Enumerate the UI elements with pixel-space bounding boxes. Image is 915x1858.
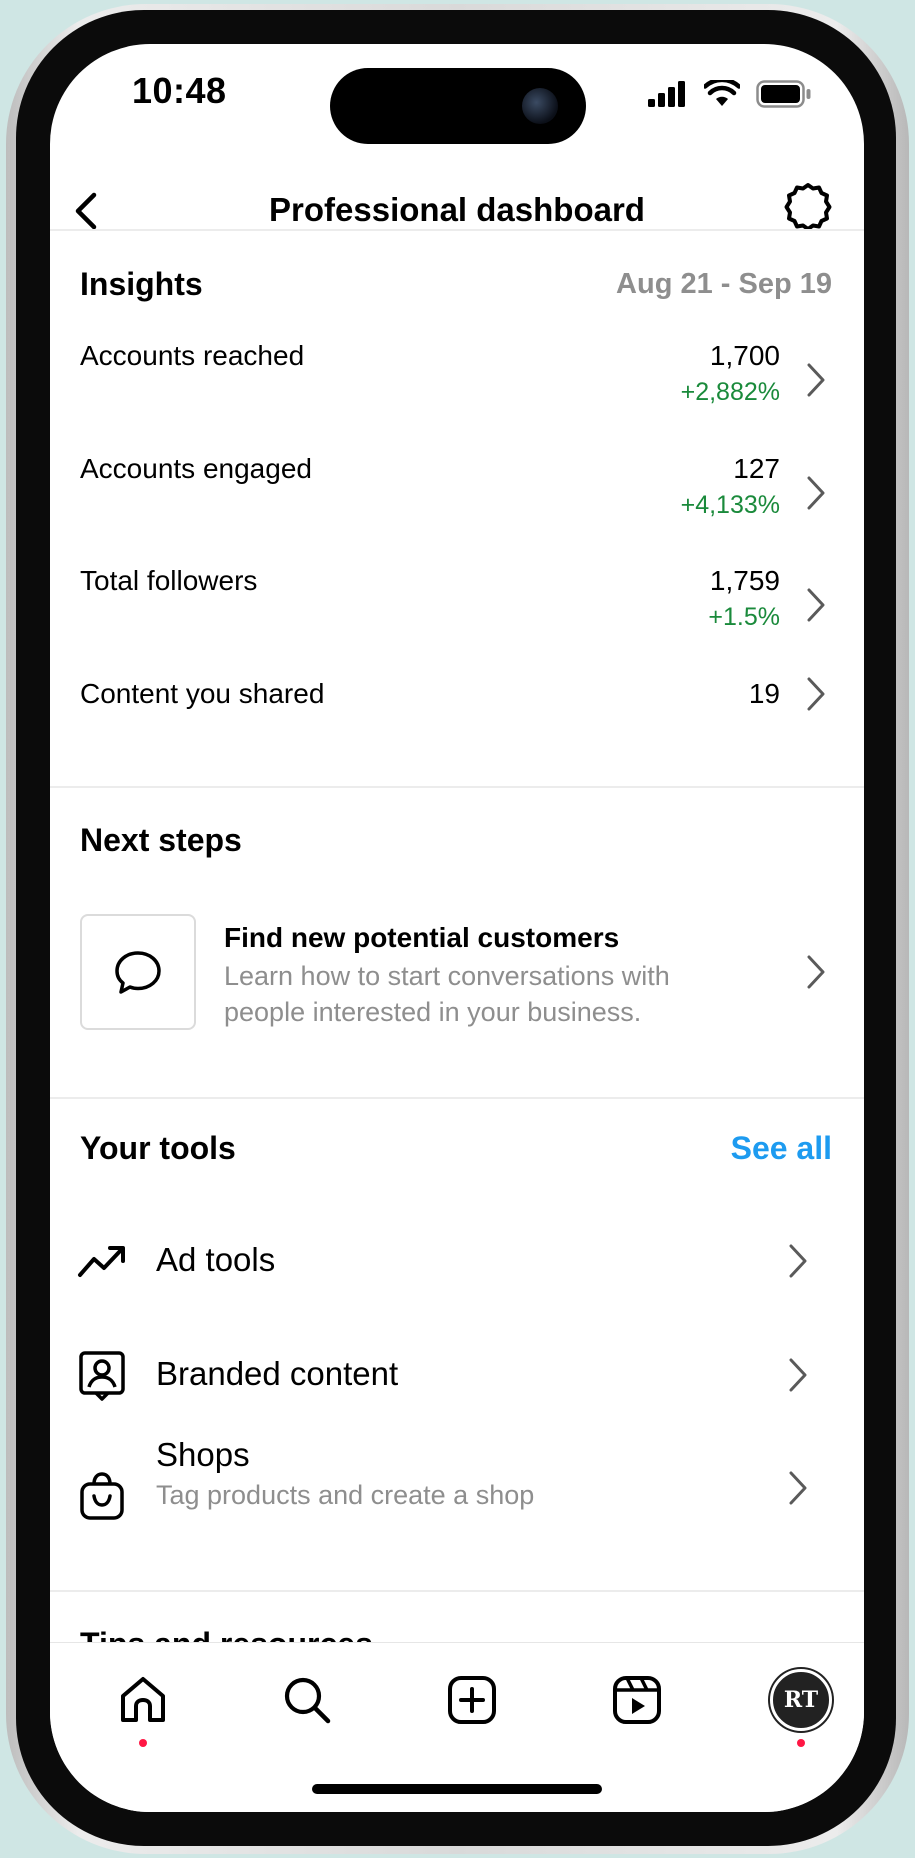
- metric-value: 1,700: [709, 340, 780, 371]
- metric-change: +4,133%: [680, 491, 780, 519]
- branded-content-icon: [79, 1351, 125, 1401]
- divider: [50, 1590, 864, 1592]
- reels-icon: [613, 1676, 661, 1724]
- trending-up-icon: [78, 1246, 125, 1277]
- profile-avatar: RT: [770, 1669, 832, 1731]
- tool-label: Branded content: [156, 1355, 399, 1392]
- camera-icon: [522, 88, 558, 124]
- metric-accounts-reached[interactable]: Accounts reached 1,700 +2,882%: [50, 340, 864, 430]
- metric-value: 1,759: [709, 565, 780, 596]
- next-step-description: Learn how to start conversations with pe…: [224, 961, 670, 1027]
- chevron-right-icon: [807, 588, 825, 622]
- chevron-right-icon: [807, 677, 825, 711]
- tool-branded-content[interactable]: Branded content: [50, 1321, 864, 1431]
- divider: [50, 1097, 864, 1099]
- tab-reels[interactable]: [602, 1665, 672, 1735]
- your-tools-title: Your tools: [80, 1130, 236, 1166]
- metric-label: Content you shared: [80, 678, 325, 709]
- chevron-right-icon: [789, 1244, 807, 1278]
- tool-shops[interactable]: Shops Tag products and create a shop: [50, 1436, 864, 1566]
- message-icon-box: [80, 914, 196, 1030]
- tab-search[interactable]: [272, 1665, 342, 1735]
- metric-accounts-engaged[interactable]: Accounts engaged 127 +4,133%: [50, 453, 864, 543]
- metric-total-followers[interactable]: Total followers 1,759 +1.5%: [50, 565, 864, 655]
- tab-profile[interactable]: RT: [766, 1665, 836, 1735]
- divider: [50, 229, 864, 231]
- next-step-card[interactable]: Find new potential customers Learn how t…: [50, 914, 864, 1044]
- chevron-right-icon: [807, 476, 825, 510]
- create-post-icon: [448, 1676, 496, 1724]
- tool-label: Shops: [156, 1436, 250, 1473]
- next-step-title: Find new potential customers: [224, 922, 620, 953]
- signal-icon: [648, 81, 685, 107]
- chevron-right-icon: [807, 363, 825, 397]
- metric-change: +1.5%: [708, 603, 780, 631]
- dynamic-island: [330, 68, 586, 144]
- metric-value: 127: [733, 453, 780, 484]
- date-range[interactable]: Aug 21 - Sep 19: [616, 268, 832, 301]
- home-indicator: [312, 1784, 602, 1794]
- battery-icon: [756, 80, 811, 108]
- divider: [50, 786, 864, 788]
- tool-label: Ad tools: [156, 1241, 276, 1278]
- metric-change: +2,882%: [680, 378, 780, 406]
- screen: 10:48 Professional dashboard Insights Au…: [50, 44, 864, 1812]
- metric-label: Accounts reached: [80, 340, 305, 371]
- metric-content-shared[interactable]: Content you shared 19: [50, 677, 864, 728]
- next-steps-title: Next steps: [80, 822, 242, 858]
- tool-ad-tools[interactable]: Ad tools: [50, 1207, 864, 1317]
- page-title: Professional dashboard: [269, 191, 645, 228]
- tab-home[interactable]: [108, 1665, 178, 1735]
- home-icon: [121, 1677, 165, 1722]
- status-time: 10:48: [132, 70, 227, 111]
- metric-label: Total followers: [80, 565, 258, 596]
- message-bubble-icon: [115, 951, 161, 994]
- profile-notification-dot: [797, 1739, 805, 1747]
- chevron-right-icon: [789, 1471, 807, 1505]
- chevron-right-icon: [807, 955, 825, 989]
- insights-title: Insights: [80, 266, 203, 302]
- chevron-right-icon: [789, 1358, 807, 1392]
- metric-label: Accounts engaged: [80, 453, 312, 484]
- wifi-icon: [704, 80, 740, 106]
- settings-icon[interactable]: [780, 179, 836, 235]
- home-notification-dot: [139, 1739, 147, 1747]
- metric-value: 19: [748, 678, 780, 709]
- search-icon: [284, 1677, 331, 1724]
- nav-bar: Professional dashboard: [50, 159, 864, 259]
- tool-sublabel: Tag products and create a shop: [156, 1480, 535, 1510]
- tab-create[interactable]: [437, 1665, 507, 1735]
- shopping-bag-icon: [80, 1472, 124, 1520]
- status-icons: [648, 80, 812, 108]
- see-all-link[interactable]: See all: [731, 1130, 832, 1167]
